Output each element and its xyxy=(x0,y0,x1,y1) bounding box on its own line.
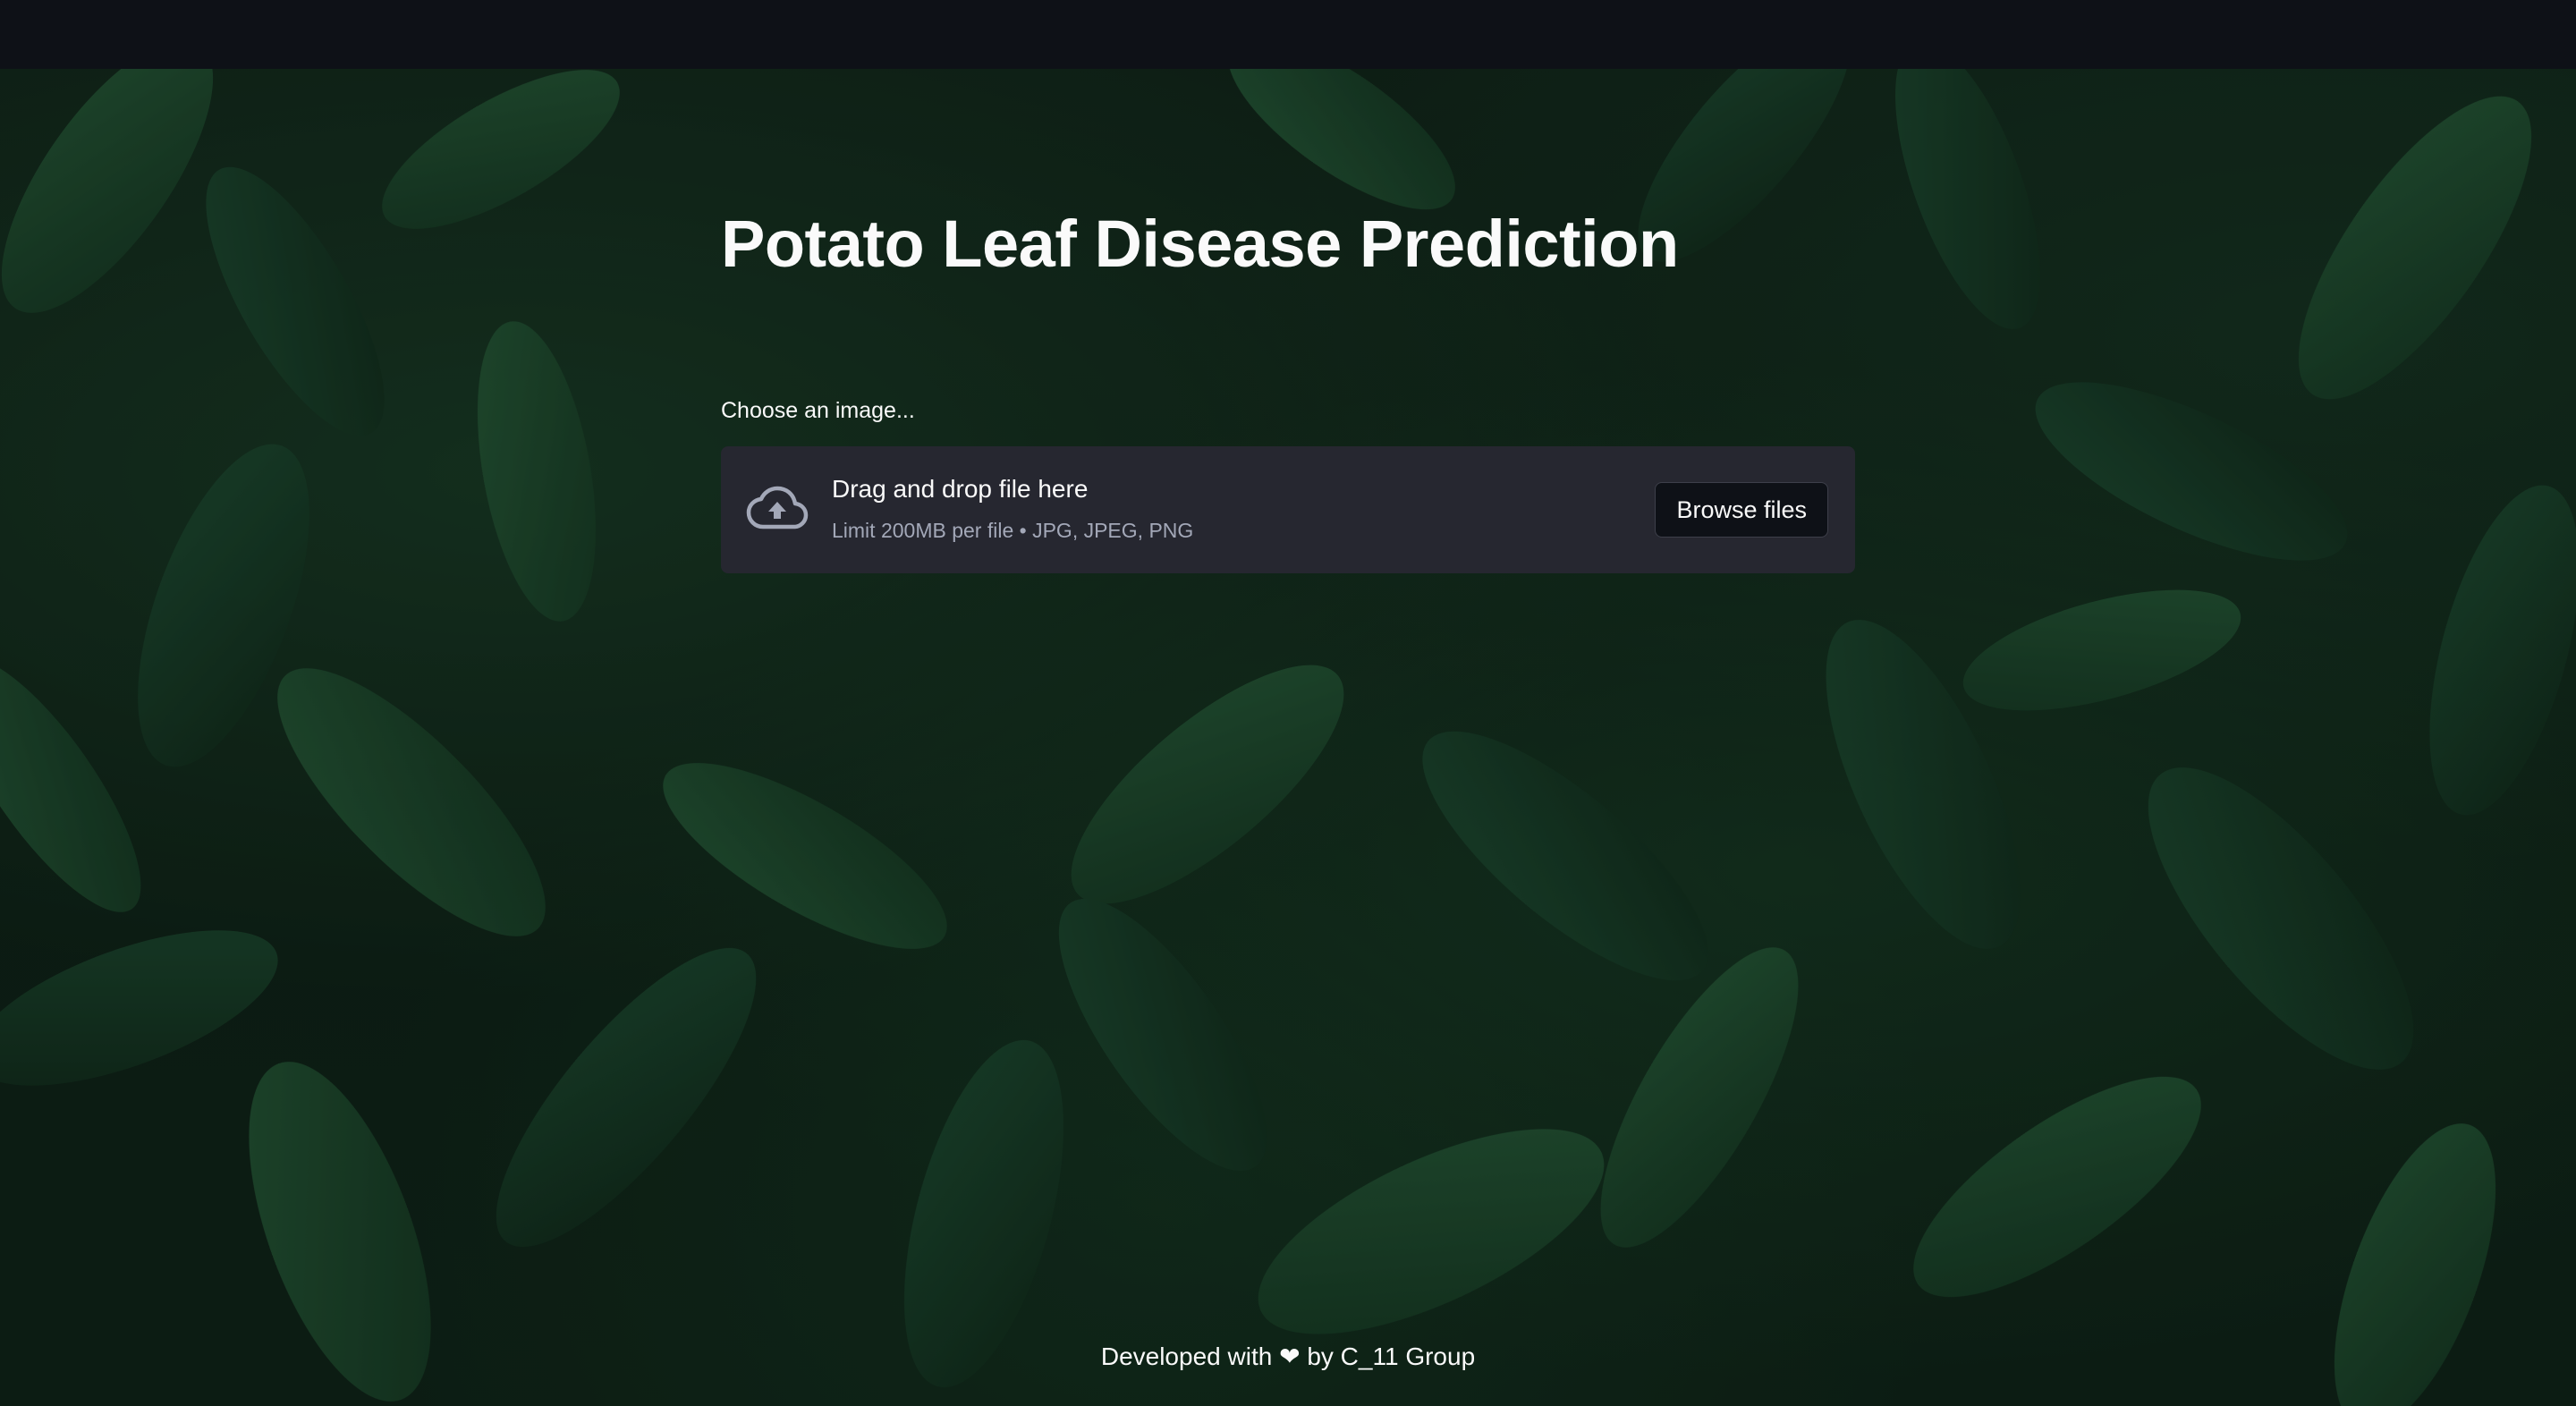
file-dropzone[interactable]: Drag and drop file here Limit 200MB per … xyxy=(721,446,1855,573)
dropzone-title: Drag and drop file here xyxy=(832,475,1089,503)
footer: Developed with ❤ by C_11 Group xyxy=(0,1342,2576,1371)
browse-files-button[interactable]: Browse files xyxy=(1655,482,1828,538)
footer-suffix: by C_11 Group xyxy=(1307,1342,1476,1370)
dropzone-limit-text: Limit 200MB per file • JPG, JPEG, PNG xyxy=(832,519,1194,542)
app-header xyxy=(0,0,2576,69)
cloud-upload-icon xyxy=(746,486,809,529)
page-title: Potato Leaf Disease Prediction xyxy=(721,207,1679,281)
file-uploader-label: Choose an image... xyxy=(721,398,915,423)
footer-prefix: Developed with xyxy=(1100,1342,1273,1370)
heart-icon: ❤ xyxy=(1279,1342,1301,1371)
